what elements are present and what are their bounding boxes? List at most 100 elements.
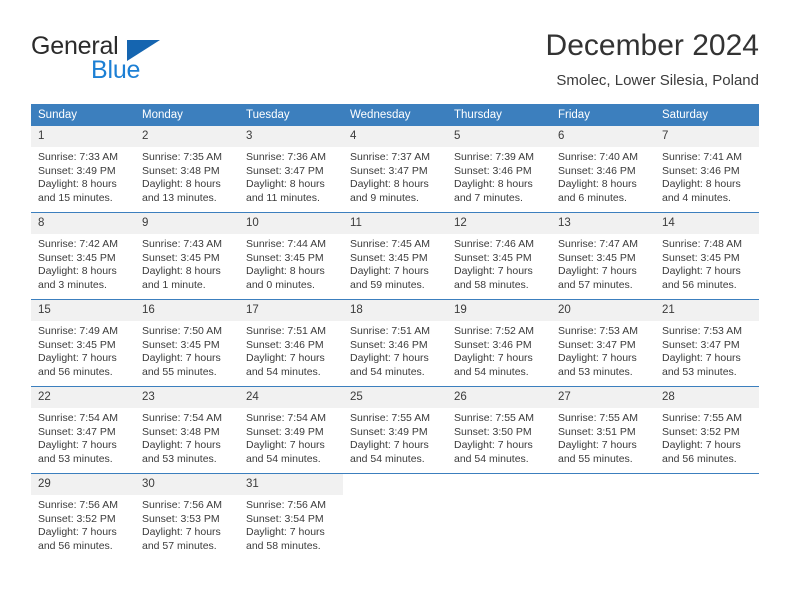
sunrise-text: Sunrise: 7:39 AM — [454, 151, 534, 163]
day-cell[interactable]: 9 Sunrise: 7:43 AM Sunset: 3:45 PM Daylight… — [135, 212, 239, 300]
daylight-text-line2: and 56 minutes. — [662, 278, 737, 291]
day-cell[interactable]: 11 Sunrise: 7:45 AM Sunset: 3:45 PM Dayligh… — [343, 212, 447, 300]
day-number: 8 — [31, 213, 135, 234]
day-number: 18 — [343, 300, 447, 321]
day-details: Sunrise: 7:42 AM Sunset: 3:45 PM Daylight:… — [31, 234, 135, 292]
sunrise-text: Sunrise: 7:55 AM — [662, 412, 742, 424]
sunrise-text: Sunrise: 7:48 AM — [662, 238, 742, 250]
day-cell[interactable]: 16 Sunrise: 7:50 AM Sunset: 3:45 PM Dayligh… — [135, 299, 239, 387]
day-cell[interactable]: 24 Sunrise: 7:54 AM Sunset: 3:49 PM Dayligh… — [239, 386, 343, 474]
sunset-text: Sunset: 3:45 PM — [350, 251, 428, 264]
day-cell[interactable]: 7 Sunrise: 7:41 AM Sunset: 3:46 PM Daylight… — [655, 126, 759, 213]
sunset-text: Sunset: 3:52 PM — [38, 512, 116, 525]
daylight-text-line1: Daylight: 7 hours — [246, 526, 325, 539]
sunset-text: Sunset: 3:47 PM — [558, 338, 636, 351]
sunset-text: Sunset: 3:45 PM — [142, 251, 220, 264]
day-cell[interactable]: 10 Sunrise: 7:44 AM Sunset: 3:45 PM Dayligh… — [239, 212, 343, 300]
day-header-monday: Monday — [135, 104, 239, 126]
day-cell[interactable]: 31 Sunrise: 7:56 AM Sunset: 3:54 PM Dayligh… — [239, 473, 343, 560]
day-number: 17 — [239, 300, 343, 321]
daylight-text-line2: and 55 minutes. — [142, 365, 217, 378]
sunset-text: Sunset: 3:47 PM — [246, 164, 324, 177]
day-cell[interactable]: 6 Sunrise: 7:40 AM Sunset: 3:46 PM Daylight… — [551, 126, 655, 213]
sunrise-text: Sunrise: 7:56 AM — [38, 499, 118, 511]
day-cell[interactable]: 15 Sunrise: 7:49 AM Sunset: 3:45 PM Dayligh… — [31, 299, 135, 387]
sunrise-text: Sunrise: 7:53 AM — [662, 325, 742, 337]
sunset-text: Sunset: 3:45 PM — [662, 251, 740, 264]
day-number: 1 — [31, 126, 135, 147]
calendar-page: General Blue December 2024 Smolec, Lower… — [0, 0, 792, 612]
sunset-text: Sunset: 3:50 PM — [454, 425, 532, 438]
sunrise-text: Sunrise: 7:45 AM — [350, 238, 430, 250]
day-header-tuesday: Tuesday — [239, 104, 343, 126]
daylight-text-line1: Daylight: 7 hours — [142, 439, 221, 452]
day-details: Sunrise: 7:53 AM Sunset: 3:47 PM Daylight:… — [655, 321, 759, 379]
day-details: Sunrise: 7:54 AM Sunset: 3:48 PM Daylight:… — [135, 408, 239, 466]
sunrise-text: Sunrise: 7:46 AM — [454, 238, 534, 250]
sunrise-text: Sunrise: 7:42 AM — [38, 238, 118, 250]
day-cell[interactable]: 22 Sunrise: 7:54 AM Sunset: 3:47 PM Dayligh… — [31, 386, 135, 474]
day-cell[interactable]: 1 Sunrise: 7:33 AM Sunset: 3:49 PM Daylight… — [31, 126, 135, 213]
sunset-text: Sunset: 3:52 PM — [662, 425, 740, 438]
day-cell[interactable]: 18 Sunrise: 7:51 AM Sunset: 3:46 PM Dayligh… — [343, 299, 447, 387]
sunrise-text: Sunrise: 7:52 AM — [454, 325, 534, 337]
general-blue-logo[interactable]: General Blue — [31, 32, 251, 92]
day-cell[interactable]: 27 Sunrise: 7:55 AM Sunset: 3:51 PM Dayligh… — [551, 386, 655, 474]
day-cell[interactable]: 23 Sunrise: 7:54 AM Sunset: 3:48 PM Dayligh… — [135, 386, 239, 474]
day-cell[interactable]: 12 Sunrise: 7:46 AM Sunset: 3:45 PM Dayligh… — [447, 212, 551, 300]
day-details: Sunrise: 7:48 AM Sunset: 3:45 PM Daylight:… — [655, 234, 759, 292]
daylight-text-line2: and 4 minutes. — [662, 191, 731, 204]
calendar-week-row: 1 Sunrise: 7:33 AM Sunset: 3:49 PM Daylight… — [31, 126, 759, 213]
day-cell[interactable]: 8 Sunrise: 7:42 AM Sunset: 3:45 PM Daylight… — [31, 212, 135, 300]
day-cell[interactable]: 19 Sunrise: 7:52 AM Sunset: 3:46 PM Dayligh… — [447, 299, 551, 387]
sunrise-text: Sunrise: 7:54 AM — [38, 412, 118, 424]
daylight-text-line2: and 58 minutes. — [454, 278, 529, 291]
day-cell[interactable]: 29 Sunrise: 7:56 AM Sunset: 3:52 PM Dayligh… — [31, 473, 135, 560]
sunset-text: Sunset: 3:45 PM — [38, 338, 116, 351]
day-cell[interactable]: 13 Sunrise: 7:47 AM Sunset: 3:45 PM Dayligh… — [551, 212, 655, 300]
daylight-text-line1: Daylight: 7 hours — [142, 526, 221, 539]
daylight-text-line1: Daylight: 7 hours — [246, 352, 325, 365]
sunrise-text: Sunrise: 7:55 AM — [350, 412, 430, 424]
daylight-text-line1: Daylight: 7 hours — [454, 265, 533, 278]
day-cell-empty — [655, 473, 759, 560]
day-cell[interactable]: 28 Sunrise: 7:55 AM Sunset: 3:52 PM Dayligh… — [655, 386, 759, 474]
day-cell[interactable]: 21 Sunrise: 7:53 AM Sunset: 3:47 PM Dayligh… — [655, 299, 759, 387]
day-number: 6 — [551, 126, 655, 147]
sunset-text: Sunset: 3:45 PM — [246, 251, 324, 264]
day-cell[interactable]: 3 Sunrise: 7:36 AM Sunset: 3:47 PM Daylight… — [239, 126, 343, 213]
day-cell[interactable]: 17 Sunrise: 7:51 AM Sunset: 3:46 PM Dayligh… — [239, 299, 343, 387]
day-cell[interactable]: 30 Sunrise: 7:56 AM Sunset: 3:53 PM Dayligh… — [135, 473, 239, 560]
daylight-text-line2: and 54 minutes. — [454, 365, 529, 378]
sunrise-text: Sunrise: 7:33 AM — [38, 151, 118, 163]
day-cell[interactable]: 2 Sunrise: 7:35 AM Sunset: 3:48 PM Daylight… — [135, 126, 239, 213]
day-number: 9 — [135, 213, 239, 234]
sunset-text: Sunset: 3:47 PM — [662, 338, 740, 351]
daylight-text-line2: and 57 minutes. — [558, 278, 633, 291]
sunrise-text: Sunrise: 7:54 AM — [142, 412, 222, 424]
sunrise-text: Sunrise: 7:51 AM — [350, 325, 430, 337]
day-details: Sunrise: 7:35 AM Sunset: 3:48 PM Daylight:… — [135, 147, 239, 205]
day-cell[interactable]: 14 Sunrise: 7:48 AM Sunset: 3:45 PM Dayligh… — [655, 212, 759, 300]
day-header-thursday: Thursday — [447, 104, 551, 126]
daylight-text-line2: and 56 minutes. — [38, 365, 113, 378]
sunrise-text: Sunrise: 7:54 AM — [246, 412, 326, 424]
day-details: Sunrise: 7:56 AM Sunset: 3:52 PM Daylight:… — [31, 495, 135, 553]
logo-text-blue: Blue — [91, 56, 141, 84]
day-cell[interactable]: 4 Sunrise: 7:37 AM Sunset: 3:47 PM Daylight… — [343, 126, 447, 213]
day-cell[interactable]: 20 Sunrise: 7:53 AM Sunset: 3:47 PM Dayligh… — [551, 299, 655, 387]
daylight-text-line1: Daylight: 7 hours — [142, 352, 221, 365]
calendar-week-row: 15 Sunrise: 7:49 AM Sunset: 3:45 PM Dayligh… — [31, 299, 759, 387]
daylight-text-line2: and 9 minutes. — [350, 191, 419, 204]
calendar-week-row: 22 Sunrise: 7:54 AM Sunset: 3:47 PM Dayligh… — [31, 386, 759, 474]
calendar-body: 1 Sunrise: 7:33 AM Sunset: 3:49 PM Daylight… — [31, 126, 759, 560]
daylight-text-line1: Daylight: 7 hours — [350, 265, 429, 278]
daylight-text-line2: and 54 minutes. — [454, 452, 529, 465]
day-cell[interactable]: 25 Sunrise: 7:55 AM Sunset: 3:49 PM Dayligh… — [343, 386, 447, 474]
day-header-friday: Friday — [551, 104, 655, 126]
day-cell[interactable]: 26 Sunrise: 7:55 AM Sunset: 3:50 PM Dayligh… — [447, 386, 551, 474]
daylight-text-line2: and 55 minutes. — [558, 452, 633, 465]
daylight-text-line1: Daylight: 8 hours — [38, 178, 117, 191]
page-title: December 2024 — [545, 29, 759, 62]
day-cell[interactable]: 5 Sunrise: 7:39 AM Sunset: 3:46 PM Daylight… — [447, 126, 551, 213]
